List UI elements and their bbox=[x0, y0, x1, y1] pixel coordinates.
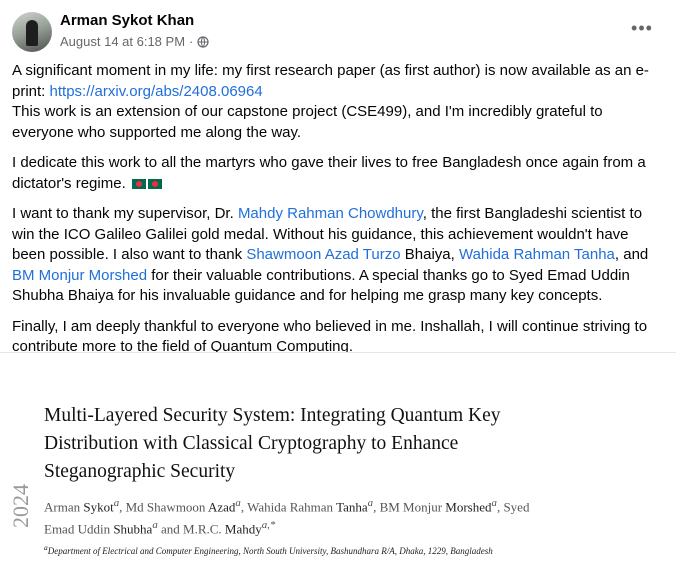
arxiv-link[interactable]: https://arxiv.org/abs/2408.06964 bbox=[50, 83, 263, 100]
mention-wahida[interactable]: Wahida Rahman Tanha bbox=[459, 246, 615, 263]
auth-surname: Shubha bbox=[113, 521, 153, 537]
auth-text: , Md Shawmoon bbox=[119, 499, 208, 515]
post-timestamp[interactable]: August 14 at 6:18 PM bbox=[60, 34, 185, 49]
facebook-post: Arman Sykot Khan August 14 at 6:18 PM · … bbox=[0, 0, 676, 569]
mention-supervisor[interactable]: Mahdy Rahman Chowdhury bbox=[238, 205, 423, 222]
avatar-figure bbox=[26, 20, 38, 46]
auth-surname: Tanha bbox=[336, 499, 368, 515]
post-body: A significant moment in my life: my firs… bbox=[12, 61, 662, 368]
paper-affiliation: aDepartment of Electrical and Computer E… bbox=[44, 543, 644, 556]
p3-text-c: Bhaiya, bbox=[400, 246, 459, 263]
auth-surname: Sykot bbox=[83, 499, 114, 515]
avatar[interactable] bbox=[12, 12, 52, 52]
auth-text: , Wahida Rahman bbox=[240, 499, 337, 515]
more-dots-icon[interactable]: ••• bbox=[628, 16, 656, 40]
paper-title: Multi-Layered Security System: Integrati… bbox=[44, 405, 501, 482]
bangladesh-flag-icon bbox=[147, 178, 162, 189]
bangladesh-flag-icon bbox=[131, 178, 146, 189]
auth-surname: Mahdy bbox=[224, 521, 262, 537]
post-meta: August 14 at 6:18 PM · bbox=[60, 34, 209, 49]
auth-text: , BM Monjur bbox=[373, 499, 446, 515]
auth-sup: a,* bbox=[261, 519, 276, 532]
arxiv-side-stamp: 2024 bbox=[8, 484, 33, 528]
author-name[interactable]: Arman Sykot Khan bbox=[60, 12, 194, 29]
auth-surname: Azad bbox=[207, 499, 236, 515]
auth-text: Arman bbox=[44, 499, 84, 515]
aff-text: Department of Electrical and Computer En… bbox=[47, 546, 493, 556]
mention-shawmoon[interactable]: Shawmoon Azad Turzo bbox=[246, 246, 400, 263]
mention-monjur[interactable]: BM Monjur Morshed bbox=[12, 267, 147, 284]
p2-text: I dedicate this work to all the martyrs … bbox=[12, 154, 646, 192]
globe-icon bbox=[197, 35, 209, 48]
paper-authors: Arman Sykota, Md Shawmoon Azada, Wahida … bbox=[44, 494, 644, 539]
auth-text: and M.R.C. bbox=[157, 521, 225, 537]
p3-text-d: , and bbox=[614, 246, 649, 263]
p4-text: Finally, I am deeply thankful to everyon… bbox=[12, 317, 648, 356]
auth-surname: Morshed bbox=[445, 499, 492, 515]
meta-separator: · bbox=[189, 34, 194, 49]
p3-text-a: I want to thank my supervisor, Dr. bbox=[12, 205, 238, 222]
auth-text: Emad Uddin bbox=[44, 521, 114, 537]
post-paragraph-1: A significant moment in my life: my firs… bbox=[12, 61, 662, 143]
auth-text: , Syed bbox=[496, 499, 530, 515]
post-paragraph-3: I want to thank my supervisor, Dr. Mahdy… bbox=[12, 204, 662, 307]
post-paragraph-2: I dedicate this work to all the martyrs … bbox=[12, 153, 662, 194]
p1-text-2: This work is an extension of our capston… bbox=[12, 103, 603, 141]
